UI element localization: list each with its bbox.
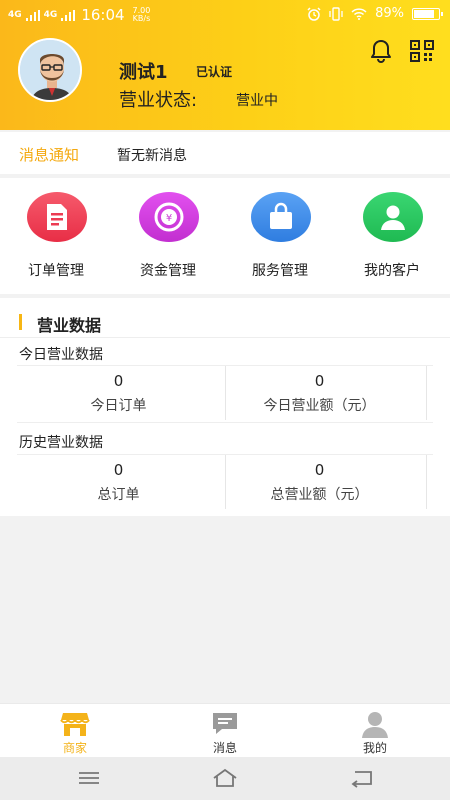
alarm-icon — [307, 6, 321, 21]
business-data-title: 营业数据 — [37, 316, 102, 335]
today-orders-cell[interactable]: 0 今日订单 — [12, 368, 225, 420]
clock: 16:04 — [81, 6, 125, 24]
shop-icon — [60, 713, 90, 736]
signal-2-label: 4G — [43, 10, 58, 20]
network-speed-unit: KB/s — [132, 14, 151, 23]
back-icon[interactable] — [349, 767, 375, 789]
today-data-title: 今日营业数据 — [19, 347, 103, 363]
divider — [426, 366, 427, 420]
tab-label: 商家 — [62, 741, 87, 755]
business-data-panel: 营业数据 今日营业数据 0 今日订单 0 今日营业额（元） 历史营业数据 0 总… — [0, 298, 450, 516]
business-status-value[interactable]: 营业中 — [236, 90, 278, 110]
status-bar: 4G 4G 16:04 7.00 KB/s 89% — [0, 0, 450, 30]
function-menu: 订单管理 ¥ 资金管理 服务管理 我的客户 — [0, 178, 450, 294]
menu-my-customers[interactable]: 我的客户 — [336, 178, 448, 294]
avatar[interactable] — [18, 38, 82, 102]
total-revenue-cell[interactable]: 0 总营业额（元） — [213, 457, 426, 509]
total-orders-cell[interactable]: 0 总订单 — [12, 457, 225, 509]
bell-icon[interactable] — [368, 38, 394, 64]
menu-label: 服务管理 — [252, 263, 308, 279]
total-revenue-label: 总营业额（元） — [270, 487, 369, 503]
total-orders-value: 0 — [113, 461, 124, 479]
menu-label: 资金管理 — [140, 263, 196, 279]
total-orders-label: 总订单 — [97, 487, 140, 503]
menu-service-management[interactable]: 服务管理 — [224, 178, 336, 294]
menu-order-management[interactable]: 订单管理 — [0, 178, 112, 294]
profile-header: 4G 4G 16:04 7.00 KB/s 89% 测试1 已认证 营业状态: … — [0, 0, 450, 130]
today-revenue-label: 今日营业额（元） — [263, 398, 376, 414]
tab-merchant[interactable]: 商家 — [0, 704, 150, 758]
notice-title: 消息通知 — [19, 146, 80, 164]
qr-code-icon[interactable] — [410, 40, 434, 62]
today-orders-value: 0 — [113, 372, 124, 390]
section-accent-bar — [19, 314, 22, 330]
svg-text:¥: ¥ — [166, 213, 172, 224]
bottom-tab-bar: 商家 消息 我的 — [0, 703, 450, 757]
history-data-title: 历史营业数据 — [19, 435, 103, 451]
total-revenue-value: 0 — [314, 461, 325, 479]
message-icon — [213, 713, 237, 734]
bag-icon — [251, 192, 311, 242]
tab-label: 我的 — [362, 741, 387, 755]
vibrate-icon — [329, 6, 343, 21]
menu-label: 订单管理 — [28, 263, 84, 279]
signal-icon — [61, 9, 76, 21]
today-revenue-value: 0 — [314, 372, 325, 390]
coin-icon: ¥ — [139, 192, 199, 242]
tab-mine[interactable]: 我的 — [300, 704, 450, 758]
business-status-label: 营业状态: — [119, 90, 198, 111]
document-icon — [27, 192, 87, 242]
today-revenue-cell[interactable]: 0 今日营业额（元） — [213, 368, 426, 420]
signal-1-label: 4G — [8, 10, 22, 20]
tab-messages[interactable]: 消息 — [150, 704, 300, 758]
verified-badge: 已认证 — [196, 65, 233, 79]
person-icon — [363, 192, 423, 242]
merchant-name: 测试1 — [119, 62, 168, 83]
tab-label: 消息 — [212, 741, 237, 755]
battery-percent: 89% — [375, 6, 404, 21]
menu-label: 我的客户 — [364, 263, 420, 279]
wifi-icon — [351, 7, 367, 20]
divider — [17, 422, 433, 423]
notice-text: 暂无新消息 — [117, 148, 187, 164]
home-icon[interactable] — [212, 767, 238, 789]
network-speed: 7.00 KB/s — [133, 7, 151, 23]
divider — [426, 455, 427, 509]
battery-icon — [412, 7, 443, 20]
system-nav-bar — [0, 757, 450, 800]
signal-icon — [25, 9, 40, 21]
menu-fund-management[interactable]: ¥ 资金管理 — [112, 178, 224, 294]
business-data-header: 营业数据 — [0, 298, 450, 338]
today-orders-label: 今日订单 — [90, 398, 147, 414]
message-notice-bar[interactable]: 消息通知 暂无新消息 — [0, 132, 450, 174]
menu-icon[interactable] — [76, 767, 102, 789]
user-icon — [362, 712, 388, 738]
